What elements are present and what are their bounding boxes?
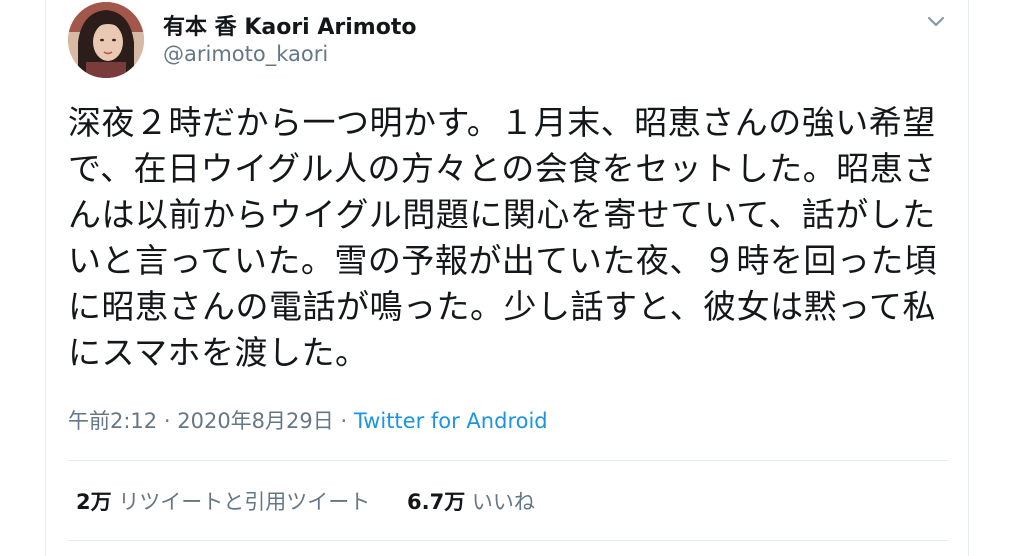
tweet-meta: 午前2:12 · 2020年8月29日 · Twitter for Androi…: [68, 405, 548, 435]
avatar-image: [68, 2, 144, 78]
user-handle[interactable]: @arimoto_kaori: [163, 42, 328, 66]
more-options-button[interactable]: [922, 8, 950, 36]
likes-count: 6.7万: [407, 490, 466, 514]
tweet-source-link[interactable]: Twitter for Android: [354, 409, 548, 433]
tweet-text: 深夜２時だから一つ明かす。１月末、昭恵さんの強い希望で、在日ウイグル人の方々との…: [68, 103, 938, 372]
likes-stat[interactable]: 6.7万 いいね: [407, 490, 535, 514]
likes-label: いいね: [471, 490, 535, 514]
tweet-stats: 2万 リツイートと引用ツイート 6.7万 いいね: [76, 486, 535, 516]
retweets-count: 2万: [76, 490, 112, 514]
tweet-card: 有本 香 Kaori Arimoto @arimoto_kaori 深夜２時だか…: [45, 0, 969, 556]
tweet-time[interactable]: 午前2:12: [68, 409, 157, 433]
meta-separator: ·: [163, 409, 171, 433]
retweets-label: リツイートと引用ツイート: [118, 490, 371, 514]
chevron-down-icon: [927, 16, 945, 27]
retweets-stat[interactable]: 2万 リツイートと引用ツイート: [76, 490, 377, 514]
tweet-date[interactable]: 2020年8月29日: [177, 409, 334, 433]
avatar[interactable]: [68, 2, 144, 78]
divider: [68, 540, 948, 541]
meta-separator: ·: [340, 409, 348, 433]
divider: [68, 460, 948, 461]
display-name[interactable]: 有本 香 Kaori Arimoto: [163, 9, 416, 41]
